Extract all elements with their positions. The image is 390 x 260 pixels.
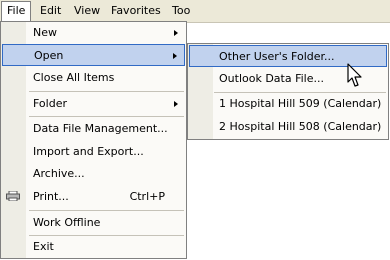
menu-file-label: File	[7, 4, 26, 17]
menu-item-close-all-label: Close All Items	[33, 71, 115, 84]
menu-item-folder-label: Folder	[33, 97, 67, 110]
menu-file[interactable]: File	[1, 1, 32, 22]
menu-edit-label: Edit	[40, 4, 62, 17]
menu-tools-label: Too	[172, 4, 191, 17]
menu-item-data-file-management-label: Data File Management...	[33, 122, 168, 135]
menu-separator	[29, 91, 184, 92]
menu-item-work-offline-label: Work Offline	[33, 216, 101, 229]
menu-view-label: View	[74, 4, 101, 17]
print-shortcut: Ctrl+P	[129, 190, 165, 203]
submenu-item-recent-1[interactable]: 1 Hospital Hill 509 (Calendar)	[189, 93, 387, 115]
menu-item-new-label: New	[33, 26, 57, 39]
menu-item-archive[interactable]: Archive...	[2, 163, 185, 185]
menu-item-archive-label: Archive...	[33, 167, 85, 180]
submenu-item-recent-2-label: 2 Hospital Hill 508 (Calendar)	[219, 120, 382, 133]
menu-item-print[interactable]: Print... Ctrl+P	[2, 186, 185, 208]
submenu-item-outlook-data-file-label: Outlook Data File...	[219, 72, 324, 85]
menu-item-exit[interactable]: Exit	[2, 236, 185, 258]
menu-favorites[interactable]: Favorites	[106, 2, 166, 20]
menu-item-exit-label: Exit	[33, 240, 54, 253]
menu-tools[interactable]: Too	[167, 2, 195, 20]
menu-item-data-file-management[interactable]: Data File Management...	[2, 118, 185, 140]
mouse-pointer-icon	[347, 63, 362, 87]
menu-separator	[29, 116, 184, 117]
menu-separator	[29, 210, 184, 211]
open-submenu: Other User's Folder... Outlook Data File…	[187, 43, 389, 140]
menu-item-import-export[interactable]: Import and Export...	[2, 141, 185, 163]
submenu-item-recent-2[interactable]: 2 Hospital Hill 508 (Calendar)	[189, 116, 387, 138]
submenu-arrow-icon	[174, 30, 178, 36]
menu-item-open-label: Open	[34, 49, 64, 62]
menu-item-work-offline[interactable]: Work Offline	[2, 212, 185, 234]
menu-item-new[interactable]: New	[2, 22, 185, 44]
menu-item-folder[interactable]: Folder	[2, 93, 185, 115]
menu-favorites-label: Favorites	[111, 4, 161, 17]
menu-item-close-all[interactable]: Close All Items	[2, 67, 185, 89]
submenu-arrow-icon	[173, 53, 177, 59]
submenu-item-other-users-folder-label: Other User's Folder...	[219, 50, 335, 63]
file-menu: New Open Close All Items Folder Data Fil…	[0, 21, 187, 259]
menu-item-open[interactable]: Open	[2, 44, 185, 66]
menu-item-import-export-label: Import and Export...	[33, 145, 144, 158]
submenu-arrow-icon	[174, 101, 178, 107]
submenu-item-recent-1-label: 1 Hospital Hill 509 (Calendar)	[219, 97, 382, 110]
menu-view[interactable]: View	[69, 2, 105, 20]
menu-bar: File Edit View Favorites Too	[0, 0, 390, 23]
menu-item-print-label: Print...	[33, 190, 69, 203]
menu-edit[interactable]: Edit	[35, 2, 66, 20]
